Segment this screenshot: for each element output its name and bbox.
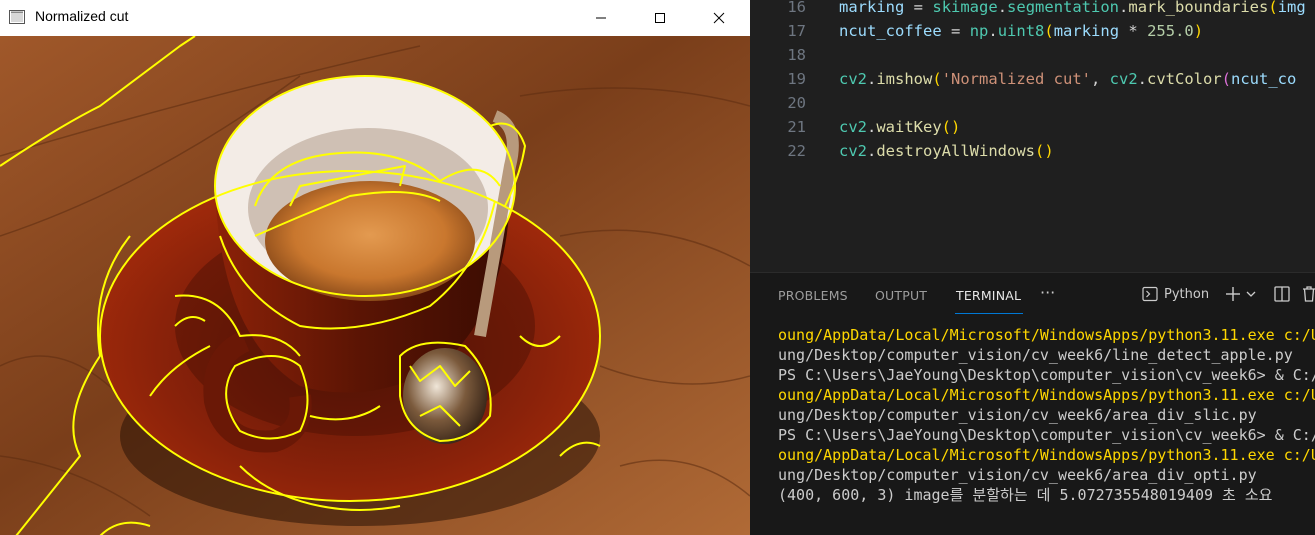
terminal-line: PS C:\Users\JaeYoung\Desktop\computer_vi…	[778, 426, 1315, 444]
active-tab-indicator	[955, 313, 1023, 314]
minimize-button[interactable]	[572, 0, 630, 36]
line-number: 20	[787, 94, 806, 112]
opencv-image-window[interactable]: Normalized cut	[0, 0, 750, 535]
chevron-down-icon[interactable]	[1246, 290, 1256, 298]
line-text: cv2.waitKey()	[839, 118, 961, 136]
code-line[interactable]: 17 ncut_coffee = np.uint8(marking * 255.…	[750, 19, 1315, 43]
maximize-icon	[655, 13, 665, 23]
line-text: cv2.imshow('Normalized cut', cv2.cvtColo…	[839, 70, 1297, 88]
code-line[interactable]: 21 cv2.waitKey()	[750, 115, 1315, 139]
tab-output[interactable]: OUTPUT	[875, 288, 927, 303]
line-text: marking = skimage.segmentation.mark_boun…	[839, 0, 1306, 16]
line-number: 18	[787, 46, 806, 64]
window-titlebar[interactable]: Normalized cut	[0, 0, 750, 36]
minimize-icon	[596, 17, 606, 19]
code-line[interactable]: 19 cv2.imshow('Normalized cut', cv2.cvtC…	[750, 67, 1315, 91]
segmented-coffee-image	[0, 36, 750, 535]
line-text: ncut_coffee = np.uint8(marking * 255.0)	[839, 22, 1204, 40]
panel-tabs: PROBLEMS OUTPUT TERMINAL ··· Python	[750, 273, 1315, 317]
line-number: 22	[787, 142, 806, 160]
code-line[interactable]: 18	[750, 43, 1315, 67]
terminal-line: oung/AppData/Local/Microsoft/WindowsApps…	[778, 386, 1315, 404]
code-line[interactable]: 16 marking = skimage.segmentation.mark_b…	[750, 0, 1315, 19]
maximize-button[interactable]	[631, 0, 689, 36]
tab-problems[interactable]: PROBLEMS	[778, 288, 848, 303]
terminal-line: oung/AppData/Local/Microsoft/WindowsApps…	[778, 326, 1315, 344]
terminal-profile-selector[interactable]: Python	[1142, 286, 1209, 302]
close-icon	[713, 12, 725, 24]
code-line[interactable]: 22 cv2.destroyAllWindows()	[750, 139, 1315, 163]
code-line[interactable]: 20	[750, 91, 1315, 115]
tab-terminal[interactable]: TERMINAL	[956, 288, 1021, 303]
terminal-output[interactable]: oung/AppData/Local/Microsoft/WindowsApps…	[778, 325, 1315, 505]
terminal-line: PS C:\Users\JaeYoung\Desktop\computer_vi…	[778, 366, 1315, 384]
app-icon	[9, 10, 25, 24]
terminal-line: (400, 600, 3) image를 분할하는 데 5.0727355480…	[778, 486, 1273, 504]
terminal-icon	[1142, 286, 1158, 302]
window-title: Normalized cut	[35, 8, 129, 24]
bottom-panel: PROBLEMS OUTPUT TERMINAL ··· Python oung…	[750, 272, 1315, 535]
line-number: 16	[787, 0, 806, 16]
terminal-line: oung/AppData/Local/Microsoft/WindowsApps…	[778, 446, 1315, 464]
line-number: 17	[787, 22, 806, 40]
plus-icon[interactable]	[1224, 285, 1242, 303]
line-number: 19	[787, 70, 806, 88]
vscode-window: 16 marking = skimage.segmentation.mark_b…	[750, 0, 1315, 535]
terminal-line: ung/Desktop/computer_vision/cv_week6/lin…	[778, 346, 1293, 364]
terminal-profile-label: Python	[1164, 286, 1210, 302]
code-editor[interactable]: 16 marking = skimage.segmentation.mark_b…	[750, 0, 1315, 272]
line-text: cv2.destroyAllWindows()	[839, 142, 1054, 160]
split-icon[interactable]	[1273, 285, 1291, 303]
terminal-line: ung/Desktop/computer_vision/cv_week6/are…	[778, 466, 1257, 484]
terminal-line: ung/Desktop/computer_vision/cv_week6/are…	[778, 406, 1257, 424]
trash-icon[interactable]	[1301, 285, 1315, 303]
more-actions-button[interactable]: ···	[1040, 283, 1055, 302]
close-button[interactable]	[690, 0, 748, 36]
line-number: 21	[787, 118, 806, 136]
